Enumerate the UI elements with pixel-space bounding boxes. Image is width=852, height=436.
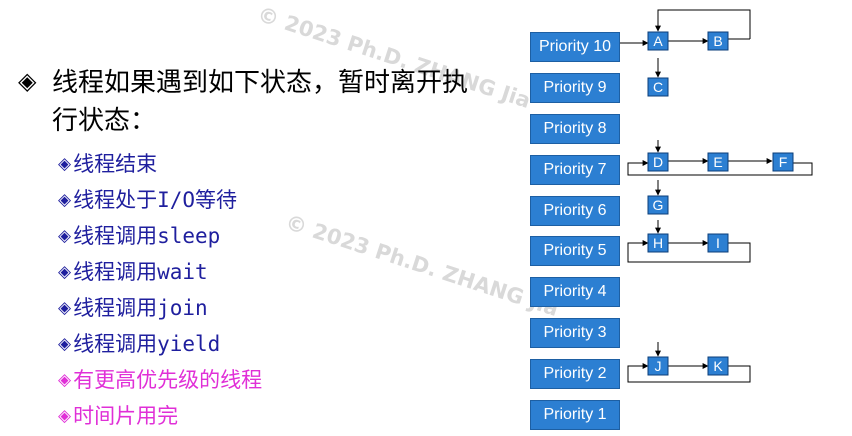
svg-text:J: J [655,358,662,374]
thread-node-h: H [647,233,669,253]
svg-text:K: K [713,358,723,374]
svg-text:G: G [653,197,664,213]
svg-text:I: I [716,235,720,251]
thread-node-d: D [647,152,669,172]
thread-node-f: F [772,152,794,172]
thread-node-j: J [647,356,669,376]
svg-text:F: F [779,154,788,170]
thread-node-c: C [647,77,669,97]
svg-text:E: E [713,154,722,170]
thread-node-a: A [647,31,669,51]
thread-node-k: K [707,356,729,376]
loop-connector-p10 [655,9,751,39]
svg-text:B: B [713,33,722,49]
svg-text:A: A [653,33,663,49]
thread-queue-diagram: A B C D E F G H I J K [620,9,813,383]
svg-text:D: D [653,154,663,170]
thread-node-b: B [707,31,729,51]
thread-node-i: I [707,233,729,253]
loop-connector-p5 [627,240,751,263]
svg-text:H: H [653,235,663,251]
thread-node-g: G [647,195,669,215]
thread-node-e: E [707,152,729,172]
loop-connector-p2 [627,363,751,383]
svg-text:C: C [653,79,663,95]
